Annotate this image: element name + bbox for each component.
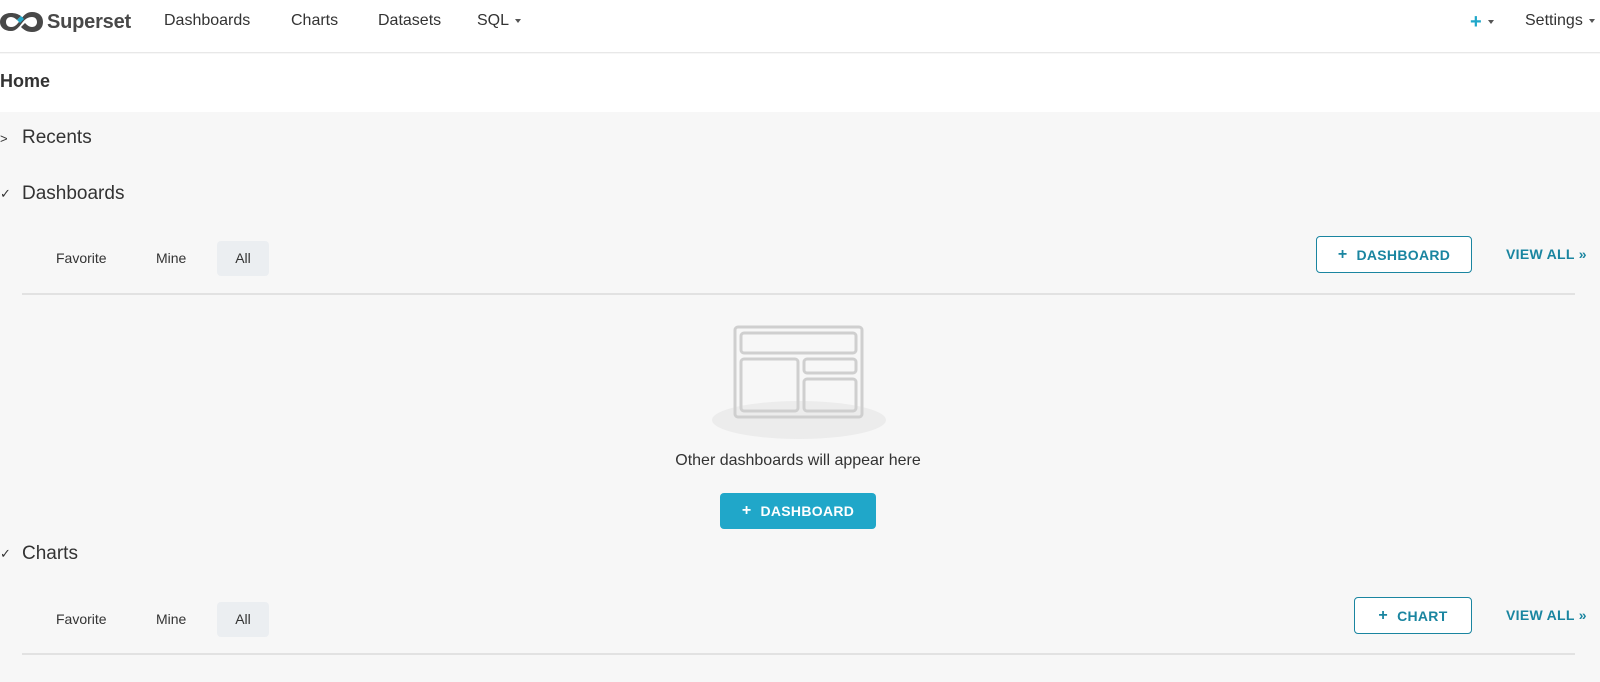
divider [22, 653, 1575, 655]
superset-logo[interactable]: Superset [0, 8, 131, 36]
section-charts-header[interactable]: ✓ Charts [0, 543, 78, 565]
plus-icon: + [1337, 245, 1348, 263]
charts-tab-favorite[interactable]: Favorite [40, 602, 123, 637]
add-dashboard-label: DASHBOARD [1356, 246, 1451, 263]
section-recents-header[interactable]: > Recents [0, 127, 92, 149]
nav-settings-label: Settings [1525, 12, 1583, 29]
chevron-right-icon: > [0, 130, 8, 146]
page-header: Home [0, 54, 1600, 112]
chevron-down-icon: ✓ [0, 186, 11, 201]
add-chart-button[interactable]: + CHART [1354, 597, 1472, 634]
chevron-down-icon [1487, 20, 1494, 24]
chevron-down-icon: ✓ [0, 546, 11, 561]
charts-tab-all[interactable]: All [217, 602, 269, 637]
section-title: Dashboards [22, 183, 125, 204]
nav-sql-label: SQL [477, 12, 510, 29]
add-dashboard-button[interactable]: + DASHBOARD [1316, 236, 1472, 273]
create-dashboard-label: DASHBOARD [760, 503, 855, 519]
empty-state-message: Other dashboards will appear here [675, 452, 921, 469]
section-title: Recents [22, 127, 92, 148]
section-title: Charts [22, 543, 78, 564]
nav-dashboards[interactable]: Dashboards [164, 12, 250, 30]
dashboards-tab-mine[interactable]: Mine [140, 241, 202, 276]
new-item-menu[interactable]: + [1470, 12, 1494, 32]
charts-view-all-link[interactable]: VIEW ALL » [1506, 607, 1587, 623]
chevron-down-icon [1588, 18, 1595, 23]
dashboards-view-all-link[interactable]: VIEW ALL » [1506, 246, 1587, 262]
divider [22, 293, 1575, 295]
nav-charts[interactable]: Charts [291, 12, 338, 30]
nav-datasets[interactable]: Datasets [378, 12, 441, 30]
plus-icon: + [741, 502, 752, 519]
brand-name: Superset [47, 10, 131, 33]
plus-icon: + [1470, 11, 1482, 33]
dashboards-tab-all[interactable]: All [217, 241, 269, 276]
dashboards-tab-favorite[interactable]: Favorite [40, 241, 123, 276]
superset-logo-icon [0, 12, 43, 32]
section-dashboards-header[interactable]: ✓ Dashboards [0, 183, 124, 205]
top-navbar: Superset Dashboards Charts Datasets SQL … [0, 0, 1600, 53]
add-chart-label: CHART [1397, 607, 1448, 624]
empty-dashboard-illustration [712, 325, 886, 439]
chevron-down-icon [515, 18, 522, 23]
page-title: Home [0, 71, 51, 91]
plus-icon: + [1378, 606, 1389, 624]
charts-tab-mine[interactable]: Mine [140, 602, 202, 637]
nav-settings[interactable]: Settings [1525, 12, 1595, 30]
create-dashboard-button[interactable]: + DASHBOARD [720, 493, 876, 529]
nav-sql[interactable]: SQL [477, 12, 522, 30]
